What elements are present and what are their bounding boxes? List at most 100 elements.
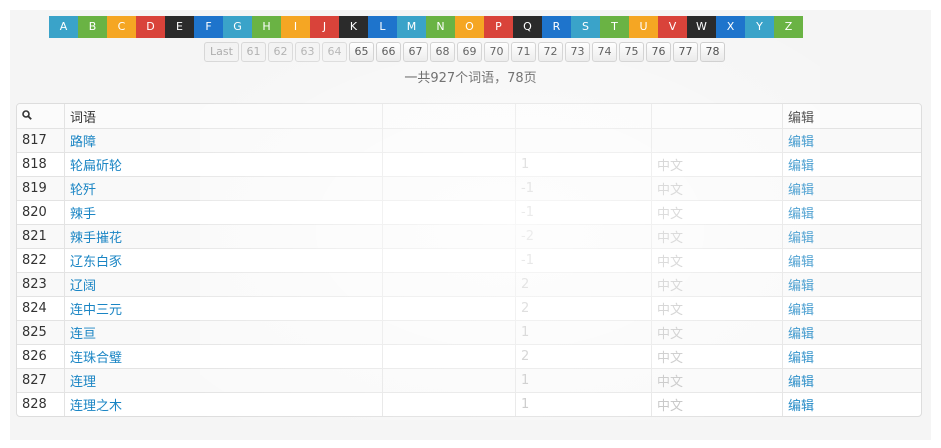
edit-cell: 编辑 <box>782 296 921 321</box>
score-cell: 1 <box>515 152 652 177</box>
header-edit: 编辑 <box>782 104 921 129</box>
edit-link[interactable]: 编辑 <box>788 135 814 150</box>
letter-filter-c[interactable]: C <box>107 16 136 38</box>
word-link[interactable]: 辽东白豕 <box>70 255 122 270</box>
page-button-76[interactable]: 76 <box>646 42 671 62</box>
header-col-c <box>651 104 783 129</box>
col-a-cell <box>382 248 516 273</box>
word-cell: 辣手摧花 <box>64 224 383 249</box>
letter-filter-n[interactable]: N <box>426 16 455 38</box>
page-button-74[interactable]: 74 <box>592 42 617 62</box>
letter-filter-q[interactable]: Q <box>513 16 542 38</box>
letter-filter-g[interactable]: G <box>223 16 252 38</box>
page-button-70[interactable]: 70 <box>484 42 509 62</box>
letter-filter-v[interactable]: V <box>658 16 687 38</box>
letter-filter-b[interactable]: B <box>78 16 107 38</box>
letter-filter-w[interactable]: W <box>687 16 716 38</box>
letter-filter-m[interactable]: M <box>397 16 426 38</box>
row-id: 819 <box>17 176 65 201</box>
language-cell: 中文 <box>651 152 783 177</box>
letter-filter-z[interactable]: Z <box>774 16 803 38</box>
score-cell: 1 <box>515 392 652 416</box>
score-cell: 1 <box>515 320 652 345</box>
page-button-65[interactable]: 65 <box>349 42 374 62</box>
page-button-69[interactable]: 69 <box>457 42 482 62</box>
word-link[interactable]: 辣手摧花 <box>70 231 122 246</box>
word-link[interactable]: 连珠合璧 <box>70 351 122 366</box>
col-a-cell <box>382 368 516 393</box>
page-button-67[interactable]: 67 <box>403 42 428 62</box>
row-id: 817 <box>17 128 65 153</box>
edit-link[interactable]: 编辑 <box>788 183 814 198</box>
language-cell: 中文 <box>651 224 783 249</box>
search-column-header[interactable] <box>17 104 65 129</box>
letter-filter-r[interactable]: R <box>542 16 571 38</box>
word-link[interactable]: 轮歼 <box>70 183 96 198</box>
letter-filter-x[interactable]: X <box>716 16 745 38</box>
edit-link[interactable]: 编辑 <box>788 279 814 294</box>
language-cell: 中文 <box>651 320 783 345</box>
letter-filter-o[interactable]: O <box>455 16 484 38</box>
letter-filter-k[interactable]: K <box>339 16 368 38</box>
search-icon[interactable] <box>22 109 32 123</box>
letter-filter-h[interactable]: H <box>252 16 281 38</box>
word-table: 词语 编辑 817 路障 编辑 818 轮扁斫轮 1 中文 编辑 819 轮歼 -1 中文 编辑 820 辣… <box>16 103 922 417</box>
word-link[interactable]: 辣手 <box>70 207 96 222</box>
edit-link[interactable]: 编辑 <box>788 207 814 222</box>
letter-filter-e[interactable]: E <box>165 16 194 38</box>
page-button-61[interactable]: 61 <box>241 42 266 62</box>
letter-filter-d[interactable]: D <box>136 16 165 38</box>
letter-filter-y[interactable]: Y <box>745 16 774 38</box>
edit-link[interactable]: 编辑 <box>788 351 814 366</box>
score-cell: -1 <box>515 248 652 273</box>
letter-filter-t[interactable]: T <box>600 16 629 38</box>
letter-filter-i[interactable]: I <box>281 16 310 38</box>
letter-filter-f[interactable]: F <box>194 16 223 38</box>
word-link[interactable]: 连亘 <box>70 327 96 342</box>
word-link[interactable]: 连中三元 <box>70 303 122 318</box>
word-link[interactable]: 连理之木 <box>70 399 122 414</box>
page-button-64[interactable]: 64 <box>322 42 347 62</box>
page-button-68[interactable]: 68 <box>430 42 455 62</box>
col-a-cell <box>382 200 516 225</box>
col-a-cell <box>382 176 516 201</box>
word-cell: 连中三元 <box>64 296 383 321</box>
edit-link[interactable]: 编辑 <box>788 231 814 246</box>
word-link[interactable]: 路障 <box>70 135 96 150</box>
letter-filter-j[interactable]: J <box>310 16 339 38</box>
score-cell: 2 <box>515 296 652 321</box>
edit-link[interactable]: 编辑 <box>788 375 814 390</box>
page-button-78[interactable]: 78 <box>700 42 725 62</box>
page-button-75[interactable]: 75 <box>619 42 644 62</box>
letter-filter-p[interactable]: P <box>484 16 513 38</box>
word-link[interactable]: 辽阔 <box>70 279 96 294</box>
table-row: 818 轮扁斫轮 1 中文 编辑 <box>17 152 921 177</box>
letter-filter-s[interactable]: S <box>571 16 600 38</box>
row-id: 824 <box>17 296 65 321</box>
edit-cell: 编辑 <box>782 152 921 177</box>
edit-link[interactable]: 编辑 <box>788 159 814 174</box>
page-button-73[interactable]: 73 <box>565 42 590 62</box>
edit-cell: 编辑 <box>782 320 921 345</box>
word-link[interactable]: 连理 <box>70 375 96 390</box>
page-button-71[interactable]: 71 <box>511 42 536 62</box>
word-cell: 连亘 <box>64 320 383 345</box>
table-row: 819 轮歼 -1 中文 编辑 <box>17 176 921 201</box>
edit-link[interactable]: 编辑 <box>788 303 814 318</box>
edit-link[interactable]: 编辑 <box>788 327 814 342</box>
page-button-66[interactable]: 66 <box>376 42 401 62</box>
letter-filter-a[interactable]: A <box>49 16 78 38</box>
page-button-62[interactable]: 62 <box>268 42 293 62</box>
edit-link[interactable]: 编辑 <box>788 399 814 414</box>
word-cell: 连珠合璧 <box>64 344 383 369</box>
edit-cell: 编辑 <box>782 176 921 201</box>
row-id: 823 <box>17 272 65 297</box>
edit-link[interactable]: 编辑 <box>788 255 814 270</box>
word-link[interactable]: 轮扁斫轮 <box>70 159 122 174</box>
letter-filter-l[interactable]: L <box>368 16 397 38</box>
page-last-button[interactable]: Last <box>204 42 239 62</box>
page-button-72[interactable]: 72 <box>538 42 563 62</box>
letter-filter-u[interactable]: U <box>629 16 658 38</box>
page-button-77[interactable]: 77 <box>673 42 698 62</box>
page-button-63[interactable]: 63 <box>295 42 320 62</box>
